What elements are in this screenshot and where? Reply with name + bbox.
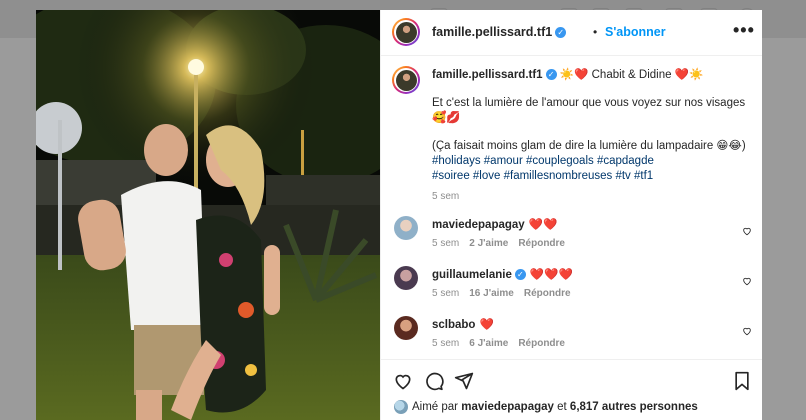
liked-by-others[interactable]: 6,817 autres personnes [570,401,698,413]
comment-item: guillaumelanie ✓ ❤️❤️❤️ 5 sem 16 J'aime Répo… [381,264,762,304]
comment-meta: 5 sem 2 J'aime Répondre [432,238,575,249]
comment-time[interactable]: 5 sem [432,238,459,249]
caption-line-3: (Ça faisait moins glam de dire la lumièr… [432,140,746,152]
verified-badge-icon: ✓ [514,269,526,281]
post-photo[interactable] [36,10,380,420]
comment-likes[interactable]: 6 J'aime [469,338,508,349]
comment-reply-button[interactable]: Répondre [518,338,565,349]
more-options-icon[interactable]: ••• [733,20,755,41]
share-icon[interactable] [454,371,474,391]
verified-badge-icon: ✓ [555,27,567,39]
comment-username[interactable]: guillaumelanie ✓ ❤️❤️❤️ [432,267,573,281]
caption-username[interactable]: famille.pellissard.tf1 [432,69,543,81]
author-avatar[interactable] [392,18,420,46]
heart-icon[interactable] [393,371,413,391]
comment-avatar[interactable] [394,216,418,240]
post-photo-image [36,10,380,420]
comment-reply-button[interactable]: Répondre [518,238,565,249]
post-action-bar [381,359,762,398]
post-header: famille.pellissard.tf1 ✓ • S'abonner ••• [381,10,762,56]
comment-like-heart-icon[interactable] [742,326,752,336]
comment-like-heart-icon[interactable] [742,226,752,236]
follow-button[interactable]: S'abonner [605,25,666,39]
comment-time[interactable]: 5 sem [432,338,459,349]
author-username[interactable]: famille.pellissard.tf1 ✓ [432,25,567,39]
verified-badge-icon: ✓ [545,69,557,81]
caption-author-avatar[interactable] [392,66,420,94]
comment-text: ❤️❤️ [528,219,558,231]
post-caption: famille.pellissard.tf1 ✓ ☀️❤️ Chabit & Di… [432,68,750,204]
comment-meta: 5 sem 6 J'aime Répondre [432,338,575,349]
comment-reply-button[interactable]: Répondre [524,288,571,299]
post-side-panel: famille.pellissard.tf1 ✓ • S'abonner ••• … [380,10,762,420]
liked-by-avatar [394,400,408,414]
caption-title: ☀️❤️ Chabit & Didine ❤️☀️ [559,69,704,81]
comment-username[interactable]: maviedepapagay ❤️❤️ [432,217,557,231]
post-modal: famille.pellissard.tf1 ✓ • S'abonner ••• … [36,10,762,420]
comment-text: ❤️❤️❤️ [529,269,573,281]
comment-likes[interactable]: 16 J'aime [469,288,514,299]
comment-like-heart-icon[interactable] [742,276,752,286]
comment-avatar[interactable] [394,316,418,340]
caption-line-1: Et c'est la lumière de l'amour que vous … [432,97,746,109]
bookmark-icon[interactable] [732,371,752,391]
comment-username[interactable]: sclbabo ❤️ [432,317,494,331]
liked-by-summary: Aimé par maviedepapagay et 6,817 autres … [394,400,698,414]
comment-avatar[interactable] [394,266,418,290]
comment-time[interactable]: 5 sem [432,288,459,299]
comment-likes[interactable]: 2 J'aime [469,238,508,249]
caption-hashtags-1[interactable]: #holidays #amour #couplegoals #capdagde [432,154,750,169]
comment-meta: 5 sem 16 J'aime Répondre [432,288,581,299]
caption-hashtags-2[interactable]: #soiree #love #famillesnombreuses #tv #t… [432,169,750,184]
caption-timestamp[interactable]: 5 sem [432,189,750,204]
author-username-text[interactable]: famille.pellissard.tf1 [432,25,552,39]
comment-item: maviedepapagay ❤️❤️ 5 sem 2 J'aime Répondre [381,214,762,254]
comment-item: sclbabo ❤️ 5 sem 6 J'aime Répondre [381,314,762,354]
separator-dot: • [593,25,598,39]
comment-icon[interactable] [424,371,444,391]
comment-text: ❤️ [479,319,494,331]
liked-by-username[interactable]: maviedepapagay [461,401,554,413]
caption-line-2: 🥰💋 [432,112,461,124]
